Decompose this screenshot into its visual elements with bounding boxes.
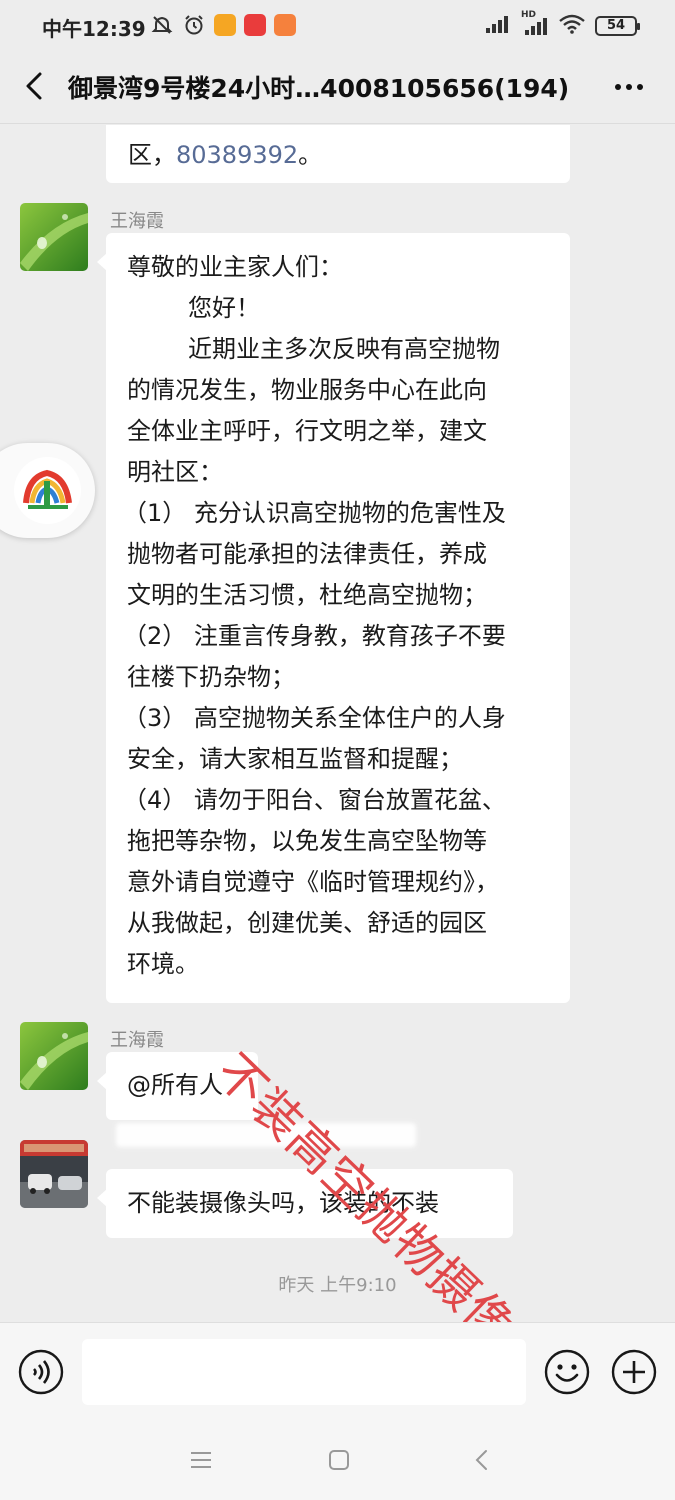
message-line: 近期业主多次反映有高空抛物: [127, 335, 501, 363]
mute-icon: [150, 13, 174, 37]
message-bubble-notice[interactable]: 尊敬的业主家人们： 您好！ 近期业主多次反映有高空抛物 的情况发生，物业服务中心…: [97, 233, 570, 1003]
phone-link[interactable]: 80389392: [176, 141, 298, 169]
message-line: 抛物者可能承担的法律责任，养成: [127, 540, 487, 568]
menu-icon: [191, 1452, 211, 1468]
message-line: 从我做起，创建优美、舒适的园区: [127, 909, 487, 937]
message-line: （1） 充分认识高空抛物的危害性及: [123, 499, 506, 527]
home-button[interactable]: [324, 1445, 354, 1475]
timestamp: 昨天 上午9:10: [278, 1275, 397, 1296]
avatar[interactable]: [20, 203, 88, 271]
status-icons-right: HD 54: [485, 10, 640, 38]
hd-signal-icon: HD: [521, 10, 549, 36]
plus-button[interactable]: [611, 1349, 657, 1395]
system-navigation: [0, 1419, 675, 1500]
status-bar: 中午12:39 HD 54: [0, 0, 675, 52]
app-orange-icon: [274, 14, 296, 36]
message-line: 往楼下扔杂物；: [127, 663, 295, 691]
chat-title: 御景湾9号楼24小时…4008105656(194): [68, 74, 570, 103]
app-yellow-icon: [214, 14, 236, 36]
message-bubble-partial[interactable]: 区，80389392。: [106, 125, 570, 183]
message-line: 环境。: [127, 950, 199, 978]
alarm-icon: [182, 13, 206, 37]
message-text: 。: [298, 141, 323, 169]
wifi-icon: [559, 14, 585, 38]
battery-icon: 54: [595, 16, 640, 36]
message-line: 意外请自觉遵守《临时管理规约》，: [127, 868, 499, 896]
message-line: 尊敬的业主家人们：: [127, 253, 343, 281]
input-bar: [0, 1322, 675, 1419]
message-input[interactable]: [82, 1339, 526, 1405]
message-line: （4） 请勿于阳台、窗台放置花盆、: [123, 786, 506, 814]
message-text: 区，: [128, 141, 176, 169]
message-line: 明社区：: [127, 458, 223, 486]
menu-button[interactable]: [186, 1445, 216, 1475]
message-line: 安全，请大家相互监督和提醒；: [127, 745, 463, 773]
signal-icon: [485, 14, 511, 38]
message-line: （2） 注重言传身教，教育孩子不要: [123, 622, 506, 650]
voice-icon: [18, 1349, 64, 1395]
message-line: 的情况发生，物业服务中心在此向: [127, 376, 487, 404]
message-line: 文明的生活习惯，杜绝高空抛物；: [127, 581, 487, 609]
status-time: 中午12:39: [42, 17, 146, 41]
chevron-left-icon: [26, 72, 42, 100]
chat-header: 御景湾9号楼24小时…4008105656(194): [0, 52, 675, 124]
avatar[interactable]: [20, 1022, 88, 1090]
message-line: （3） 高空抛物关系全体住户的人身: [123, 704, 506, 732]
status-icons-left: [150, 13, 296, 37]
storefront-avatar-icon: [20, 1140, 88, 1208]
avatar[interactable]: [20, 1140, 88, 1208]
more-button[interactable]: [609, 72, 649, 102]
system-back-button[interactable]: [466, 1445, 496, 1475]
leaf-avatar-icon: [20, 1022, 88, 1090]
app-red-icon: [244, 14, 266, 36]
plus-icon: [611, 1349, 657, 1395]
voice-button[interactable]: [18, 1349, 64, 1395]
back-button[interactable]: [14, 66, 54, 106]
sender-name: 王海霞: [110, 1030, 164, 1051]
sender-name: 王海霞: [110, 211, 164, 232]
emoji-button[interactable]: [544, 1349, 590, 1395]
floating-app-bubble[interactable]: [0, 443, 95, 538]
message-line: 拖把等杂物，以免发生高空坠物等: [127, 827, 487, 855]
message-line: 您好！: [127, 294, 261, 322]
leaf-avatar-icon: [20, 203, 88, 271]
back-icon: [475, 1450, 487, 1470]
message-line: 全体业主呼吁，行文明之举，建文: [127, 417, 487, 445]
emoji-icon: [544, 1349, 590, 1395]
home-icon: [329, 1450, 349, 1470]
app-logo-icon: [23, 469, 72, 509]
more-dots-icon: [615, 84, 621, 90]
